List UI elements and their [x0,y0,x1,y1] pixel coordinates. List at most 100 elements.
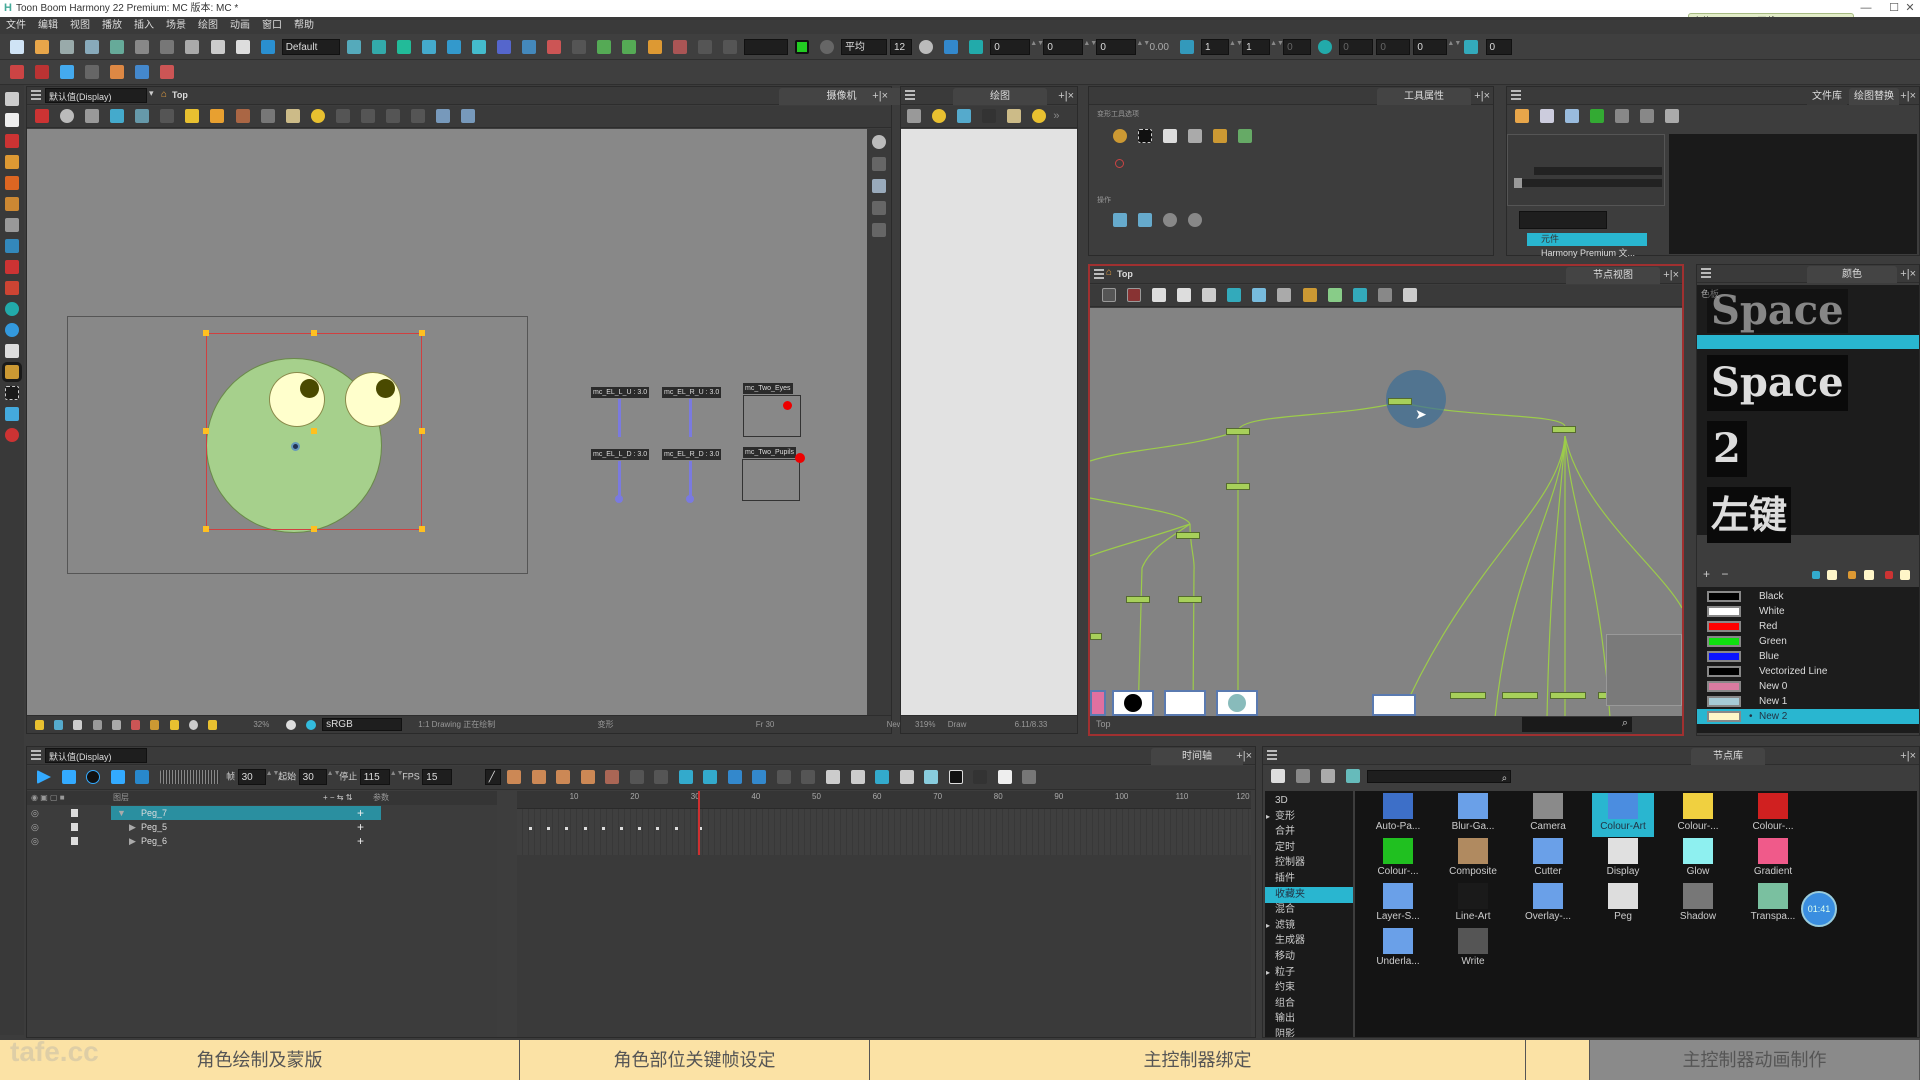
light-table-icon[interactable] [932,109,947,123]
chapter-tab[interactable] [1526,1040,1590,1080]
start-field[interactable]: 30 [298,769,327,785]
two-eyes-controller-box[interactable] [743,395,801,437]
expand-arrow-icon[interactable]: ▸ [1266,965,1270,981]
peg-node[interactable] [1178,596,1202,603]
fill-colour-icon[interactable] [1848,570,1857,579]
preview-slider-a[interactable] [1534,167,1662,175]
add-parameter-icon[interactable]: + [357,806,364,820]
colour-swatch[interactable] [1707,606,1741,617]
drawing-zoom[interactable]: 319% [915,720,935,729]
chapter-tab[interactable]: 角色部位关键帧设定 [520,1040,870,1080]
library-icon-a[interactable] [1540,109,1555,123]
keyframe-marker[interactable] [529,827,533,830]
tab-library[interactable]: 文件库 [1807,88,1847,105]
layer-name[interactable]: Peg_6 [141,834,167,848]
cable-icon[interactable] [1227,288,1242,302]
node-search-field[interactable]: ⌕ [1522,717,1632,732]
menu-play[interactable]: 播放 [96,17,128,34]
node-library-item[interactable]: Shadow [1667,883,1729,927]
two-pupils-controller-box[interactable] [742,459,800,501]
ik-icon[interactable] [497,40,512,54]
menu-insert[interactable]: 插入 [128,17,160,34]
peg-node[interactable] [1502,692,1538,699]
colour-swatch[interactable] [1707,711,1741,722]
node-library-item[interactable]: Overlay-... [1517,883,1579,927]
lasso-icon[interactable] [1113,129,1127,143]
remove-frame-icon[interactable] [850,770,865,784]
panel-add-close-controls[interactable]: +|× [1663,267,1679,283]
refresh-icon[interactable] [1590,109,1605,123]
settings-icon[interactable] [819,40,834,54]
node-library-item[interactable]: Glow [1667,838,1729,882]
two-eyes-handle[interactable] [783,401,792,410]
tree-icon[interactable] [1327,288,1342,302]
flip-horizontal-icon[interactable] [1113,213,1127,227]
peg-node[interactable] [1552,426,1576,433]
marquee-icon[interactable] [1138,129,1153,143]
cloud-icon[interactable] [260,40,275,54]
home-icon[interactable]: ⌂ [1106,267,1112,278]
figure-icon[interactable] [54,719,64,730]
remove-colour-icon[interactable]: − [1721,567,1728,581]
add-parameter-icon[interactable]: + [357,820,364,834]
controller-label[interactable]: mc_EL_L_U : 3.0 [591,387,650,398]
shade-icon[interactable] [160,109,175,123]
brush-visibility-icon[interactable] [135,65,150,79]
ease-out-icon[interactable] [531,770,546,784]
onion-skin-icon[interactable] [875,770,890,784]
paste-icon[interactable] [235,40,250,54]
library-tree-item[interactable]: Harmony Premium 文... [1527,247,1647,259]
node-search-field[interactable]: ⌕ [1367,769,1512,784]
drawing-node[interactable] [1216,690,1258,716]
list-view-icon[interactable] [1296,769,1311,783]
pos-y-spinner[interactable]: ▲▼ [1083,40,1097,54]
line-colour-icon[interactable] [1811,570,1820,579]
tool-a-icon[interactable] [572,40,587,54]
panel-add-close-controls[interactable]: +|× [1900,748,1916,764]
peg-select-icon[interactable] [1213,129,1228,143]
snap-icon[interactable] [1163,129,1178,143]
display-select[interactable]: 默认值(Display) [45,88,147,103]
rotate-icon[interactable] [396,40,411,54]
camera-viewport[interactable]: mc_EL_L_U : 3.0 mc_EL_R_U : 3.0 mc_EL_L_… [27,129,867,715]
menu-view[interactable]: 视图 [64,17,96,34]
peg-node[interactable] [1550,692,1586,699]
colour-swatch[interactable] [1707,666,1741,677]
node-category[interactable]: ▸ 变形 [1265,809,1353,825]
light-icon[interactable] [1007,109,1022,123]
node-category[interactable]: 混合 [1265,902,1353,918]
layer-visibility-icons[interactable]: ◉ ▣ ▢ ■ [31,791,65,805]
node-category[interactable]: 收藏夹 [1265,886,1353,903]
handle-tl[interactable] [203,330,209,336]
drawing-node[interactable] [1372,694,1416,716]
node-category[interactable]: 合并 [1265,824,1353,840]
rotate-90-ccw-icon[interactable] [1163,213,1178,227]
hand-tool-icon[interactable] [5,344,19,358]
paint-tool-icon[interactable] [5,260,19,274]
tab-timeline[interactable]: 时间轴 [1151,748,1243,765]
tool-f-icon[interactable] [697,40,712,54]
peg-icon[interactable] [1302,288,1317,302]
cut-icon[interactable] [185,40,200,54]
peg-node[interactable] [1176,532,1200,539]
onion-skin-icon[interactable] [310,109,325,123]
colour-swatch[interactable] [1707,636,1741,647]
filter-icon[interactable] [1346,769,1361,783]
view-mode-icon[interactable] [1271,769,1285,783]
select-cursor-icon[interactable] [1188,129,1203,143]
skew-c-field[interactable]: 0 [1413,39,1448,55]
bulb-icon[interactable] [208,719,218,730]
peg-node[interactable] [1450,692,1486,699]
peg-node[interactable] [1226,428,1250,435]
node-category[interactable]: 插件 [1265,871,1353,887]
view-icon-d[interactable] [872,223,886,237]
angle-value[interactable]: 0.00 [1149,42,1168,53]
tool-e-icon[interactable] [672,40,687,54]
node-category[interactable]: ▸ 粒子 [1265,965,1353,981]
lock-icon[interactable] [150,719,160,730]
text-tool-icon[interactable] [5,218,19,232]
gray-a-icon[interactable] [629,770,644,784]
stamp-tool-icon[interactable] [5,176,19,190]
expand-arrow-icon[interactable]: ▸ [1266,809,1270,825]
light-icon[interactable] [35,719,44,730]
